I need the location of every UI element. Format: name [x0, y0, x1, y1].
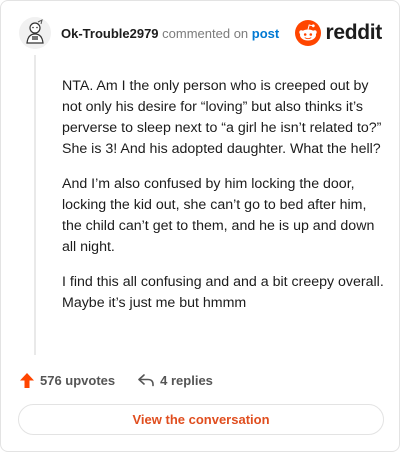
user-avatar[interactable]: [19, 17, 51, 49]
comment-card: Ok-Trouble2979 commented on post reddit …: [0, 0, 400, 452]
replies-button[interactable]: 4 replies: [137, 373, 213, 388]
comment-footer: 576 upvotes 4 replies: [19, 370, 213, 390]
replies-count: 4 replies: [160, 372, 213, 388]
reddit-logo[interactable]: reddit: [295, 20, 382, 46]
reddit-alien-icon: [295, 20, 322, 46]
comment-body: NTA. Am I the only person who is creeped…: [62, 76, 384, 328]
reply-arrow-icon: [138, 374, 154, 387]
view-conversation-button[interactable]: View the conversation: [18, 404, 384, 435]
post-link[interactable]: post: [252, 26, 279, 41]
upvote-button[interactable]: 576 upvotes: [19, 372, 115, 389]
brand-name: reddit: [325, 21, 382, 44]
upvote-arrow-icon: [20, 372, 34, 388]
thread-line: [34, 55, 36, 355]
comment-header: Ok-Trouble2979 commented on post: [61, 26, 279, 41]
username-link[interactable]: Ok-Trouble2979: [61, 26, 159, 41]
action-text: commented on: [162, 26, 249, 41]
comment-paragraph: NTA. Am I the only person who is creeped…: [62, 78, 382, 157]
comment-paragraph: And I’m also confused by him locking the…: [62, 176, 375, 255]
avatar-figure-icon: [19, 17, 51, 49]
upvote-count: 576 upvotes: [40, 372, 116, 388]
comment-paragraph: I find this all confusing and and a bit …: [62, 274, 384, 311]
